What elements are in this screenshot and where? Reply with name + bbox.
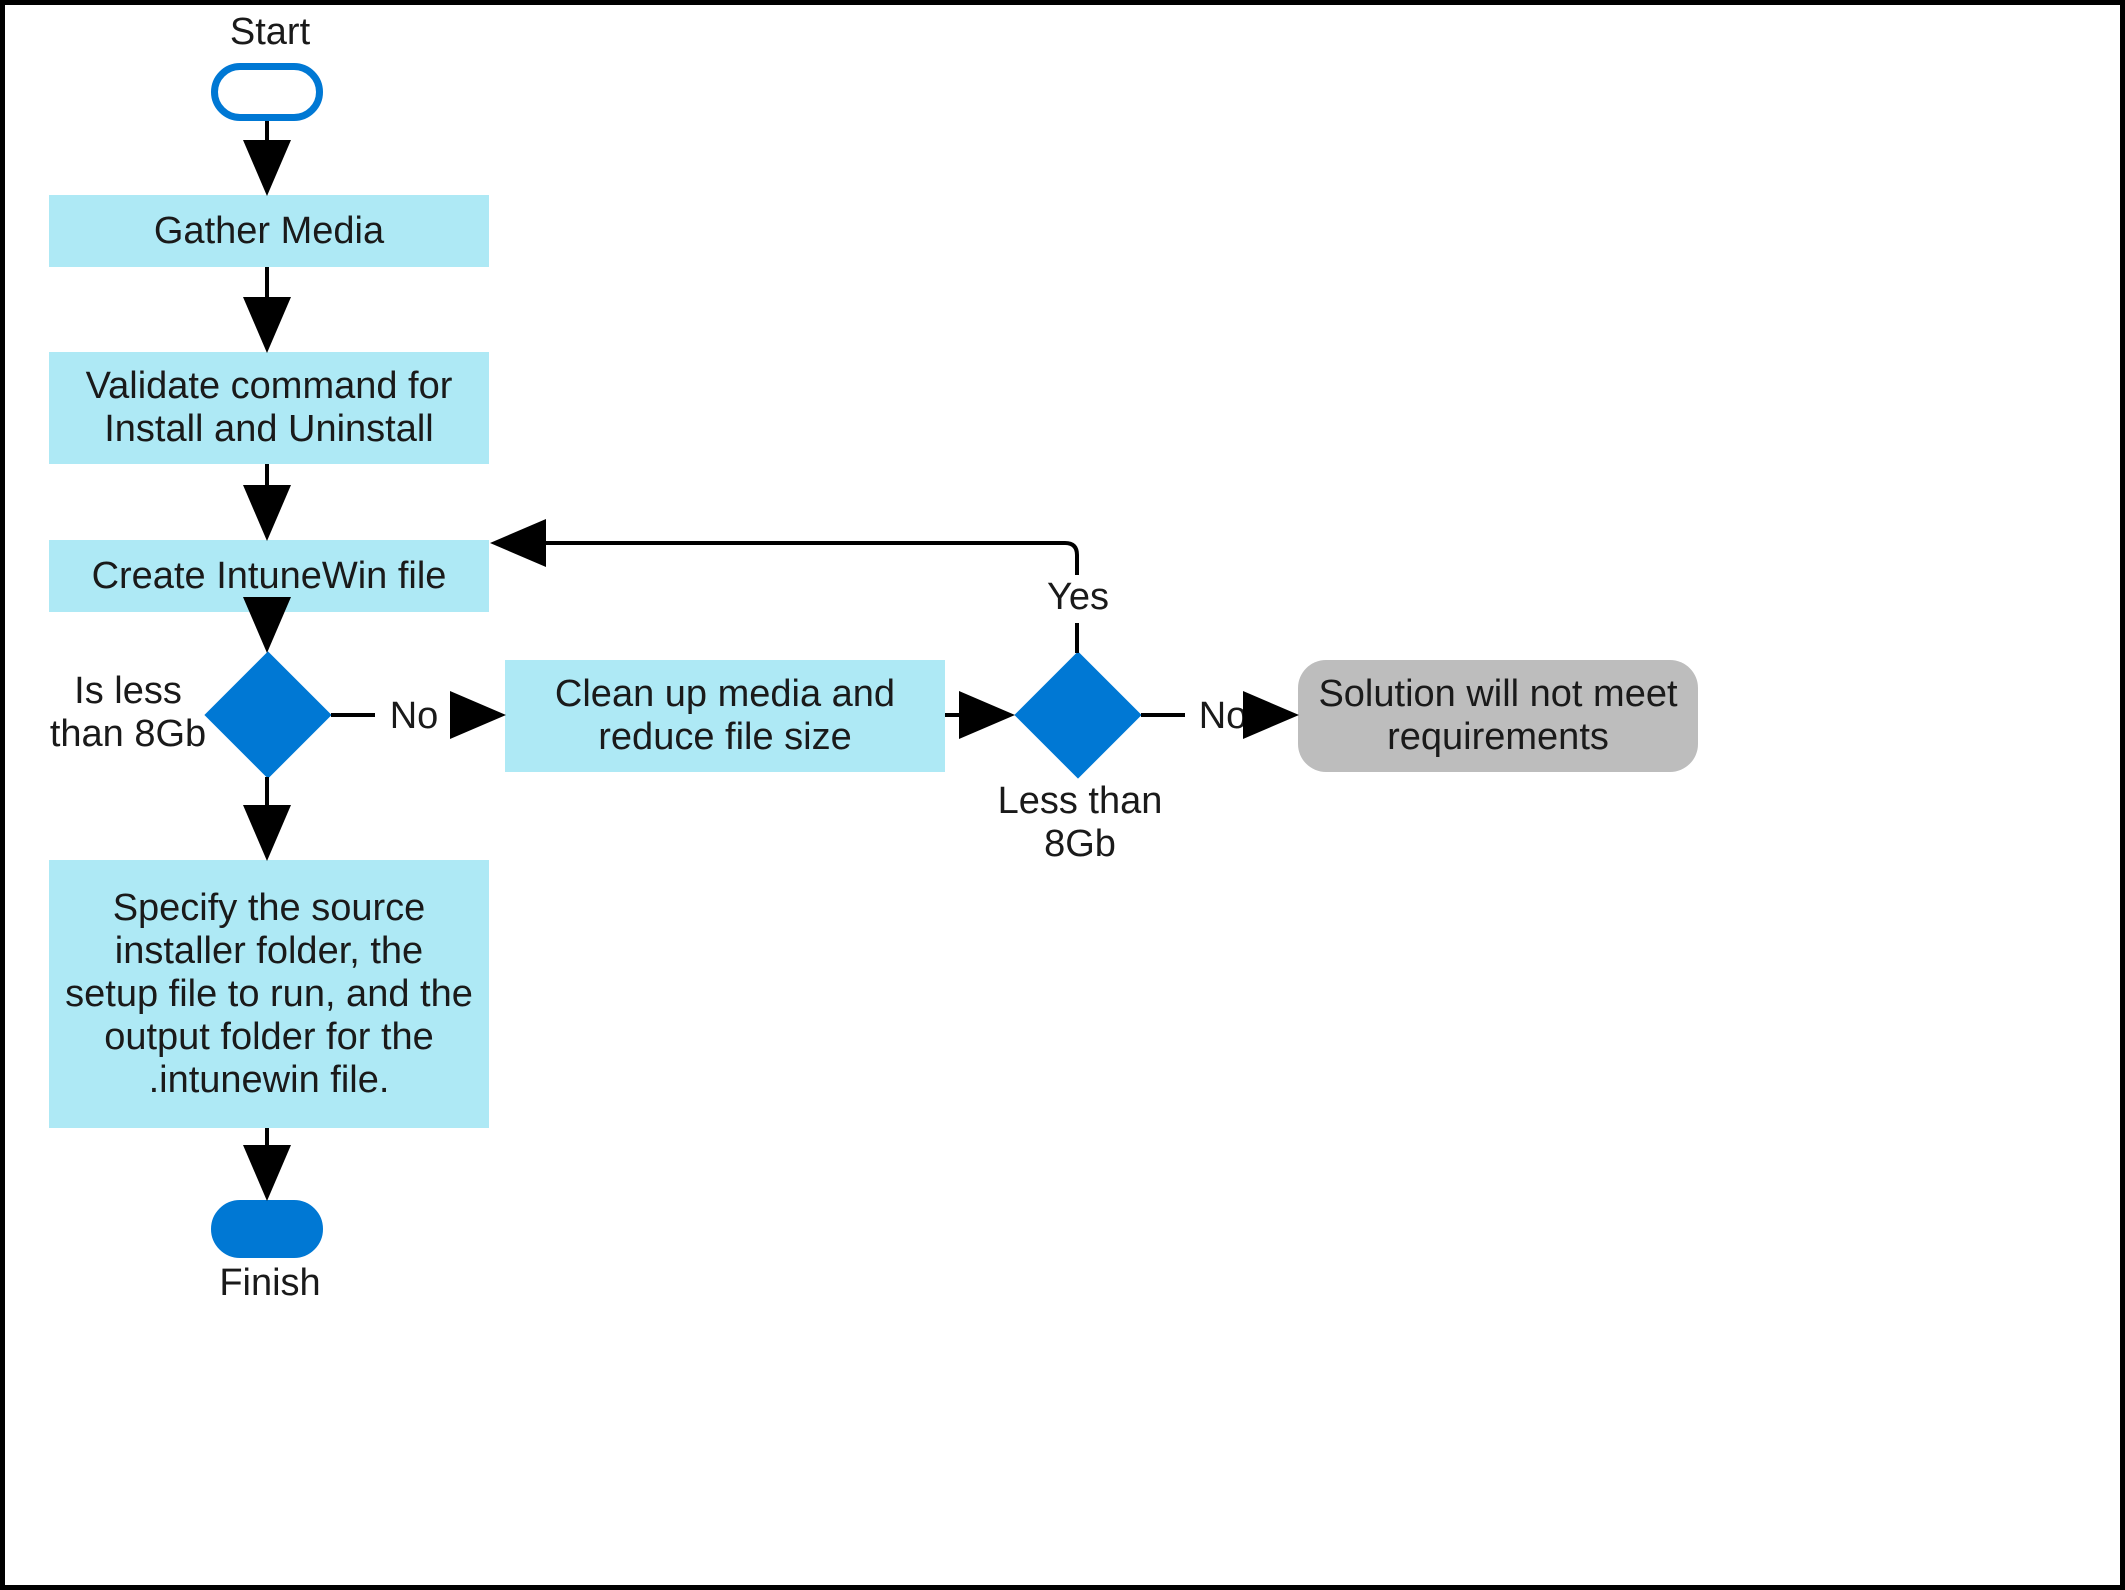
decision-less-than-8gb-1: [204, 651, 331, 778]
process-cleanup: Clean up media and reduce file size: [505, 660, 945, 772]
start-label: Start: [200, 11, 340, 54]
finish-terminator: [211, 1200, 323, 1258]
no-label-2: No: [1188, 695, 1258, 738]
process-gather-media: Gather Media: [49, 195, 489, 267]
process-validate: Validate command for Install and Uninsta…: [49, 352, 489, 464]
decision-2-label: Less than 8Gb: [990, 780, 1170, 866]
start-terminator: [211, 63, 323, 121]
process-solution-fail: Solution will not meet requirements: [1298, 660, 1698, 772]
process-create-intunewin: Create IntuneWin file: [49, 540, 489, 612]
yes-label: Yes: [1038, 576, 1118, 619]
process-specify: Specify the source installer folder, the…: [49, 860, 489, 1128]
decision-1-label: Is less than 8Gb: [43, 670, 213, 756]
flowchart-diagram: Start Gather Media Validate command for …: [0, 0, 2125, 1590]
finish-label: Finish: [200, 1262, 340, 1305]
no-label-1: No: [379, 695, 449, 738]
decision-less-than-8gb-2: [1014, 651, 1141, 778]
